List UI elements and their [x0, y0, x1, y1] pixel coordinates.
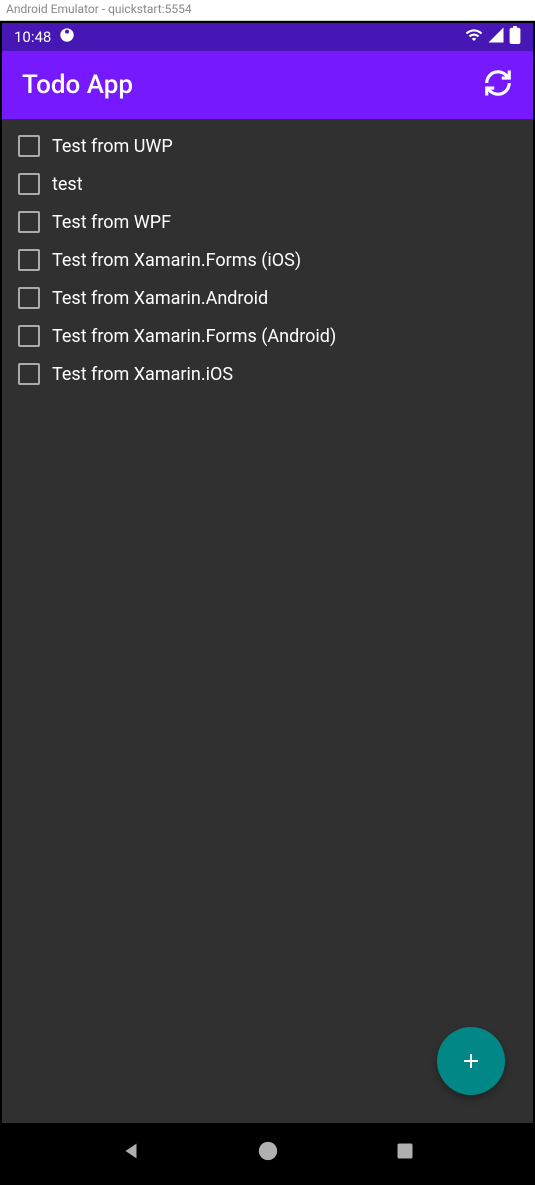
todo-checkbox[interactable] [18, 211, 40, 233]
wifi-icon [465, 26, 483, 48]
todo-checkbox[interactable] [18, 173, 40, 195]
todo-label: Test from Xamarin.iOS [52, 364, 233, 385]
battery-icon [509, 26, 521, 48]
nav-recent-button[interactable] [395, 1141, 415, 1165]
back-triangle-icon [120, 1140, 142, 1162]
content-area: Test from UWP test Test from WPF Test from … [2, 119, 533, 1123]
status-right [465, 26, 521, 48]
app-title: Todo App [22, 70, 133, 100]
device-frame: 10:48 Todo App [0, 21, 535, 1185]
todo-item[interactable]: Test from Xamarin.Forms (Android) [2, 317, 533, 355]
todo-item[interactable]: Test from Xamarin.iOS [2, 355, 533, 393]
plus-icon [459, 1049, 483, 1073]
status-badge-icon [59, 27, 75, 47]
app-bar: Todo App [2, 51, 533, 119]
emulator-titlebar: Android Emulator - quickstart:5554 [0, 0, 535, 21]
todo-item[interactable]: test [2, 165, 533, 203]
navigation-bar [2, 1123, 533, 1183]
todo-label: Test from WPF [52, 212, 171, 233]
nav-back-button[interactable] [120, 1140, 142, 1166]
todo-checkbox[interactable] [18, 363, 40, 385]
status-left: 10:48 [14, 27, 75, 47]
refresh-icon [483, 68, 513, 98]
add-button[interactable] [437, 1027, 505, 1095]
signal-icon [487, 26, 505, 48]
todo-checkbox[interactable] [18, 249, 40, 271]
todo-checkbox[interactable] [18, 325, 40, 347]
todo-checkbox[interactable] [18, 135, 40, 157]
todo-label: Test from Xamarin.Forms (iOS) [52, 250, 301, 271]
emulator-title: Android Emulator - quickstart:5554 [6, 2, 192, 16]
todo-label: Test from UWP [52, 136, 173, 157]
todo-item[interactable]: Test from WPF [2, 203, 533, 241]
todo-label: Test from Xamarin.Forms (Android) [52, 326, 336, 347]
todo-item[interactable]: Test from Xamarin.Forms (iOS) [2, 241, 533, 279]
status-bar: 10:48 [2, 23, 533, 51]
home-circle-icon [257, 1140, 279, 1162]
todo-label: Test from Xamarin.Android [52, 288, 268, 309]
todo-label: test [52, 174, 83, 195]
nav-home-button[interactable] [257, 1140, 279, 1166]
refresh-button[interactable] [483, 68, 513, 102]
todo-list[interactable]: Test from UWP test Test from WPF Test from … [2, 119, 533, 401]
status-time: 10:48 [14, 28, 51, 46]
recent-square-icon [395, 1141, 415, 1161]
todo-item[interactable]: Test from UWP [2, 127, 533, 165]
todo-checkbox[interactable] [18, 287, 40, 309]
todo-item[interactable]: Test from Xamarin.Android [2, 279, 533, 317]
